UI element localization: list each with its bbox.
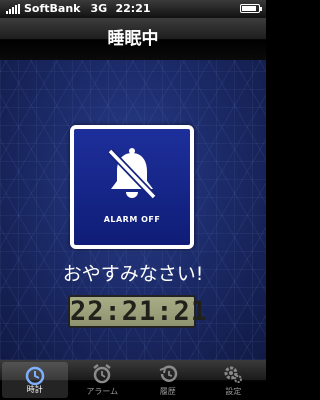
tab-alarm[interactable]: アラーム (70, 360, 136, 400)
history-icon (159, 365, 177, 382)
battery-icon (240, 4, 262, 13)
alarm-toggle-button[interactable]: ALARM OFF (70, 125, 194, 249)
gear-icon (224, 366, 243, 383)
goodnight-message: おやすみなさい! (62, 263, 204, 285)
alarm-status-label: ALARM OFF (103, 215, 161, 224)
bell-slash-icon (107, 148, 157, 200)
tab-settings[interactable]: 設定 (201, 360, 267, 400)
tab-alarm-label: アラーム (86, 387, 119, 396)
navigation-bar: 睡眠中 (0, 18, 266, 61)
status-time: 22:21 (115, 2, 151, 15)
tab-history[interactable]: 履歴 (135, 360, 201, 400)
page-title: 睡眠中 (107, 29, 159, 49)
tab-settings-label: 設定 (225, 387, 242, 396)
tab-clock[interactable]: 時計 (2, 362, 68, 398)
tab-clock-label: 時計 (26, 385, 43, 394)
lcd-clock-time: 22:21:21 (70, 296, 209, 327)
status-bar: SoftBank 3G 22:21 (0, 0, 266, 18)
tab-bar: 時計 アラーム 履歴 設定 (0, 360, 266, 400)
main-content: ALARM OFF おやすみなさい! 22:21:21 (0, 60, 266, 360)
lcd-clock: 22:21:21 (68, 295, 207, 328)
clock-icon (25, 366, 44, 386)
alarm-clock-icon (93, 364, 111, 384)
tab-history-label: 履歴 (159, 387, 176, 396)
